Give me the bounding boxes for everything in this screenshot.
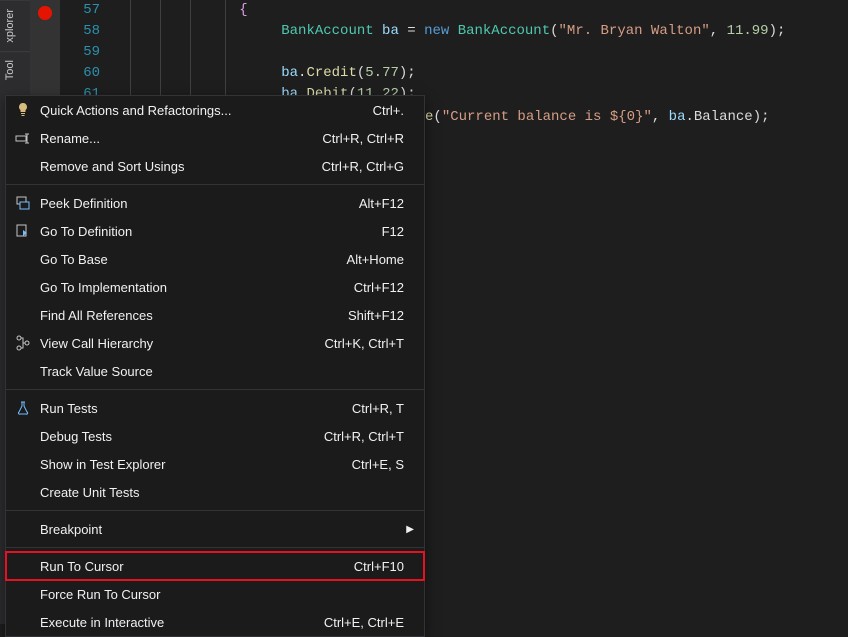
- menu-view-call-hierarchy[interactable]: View Call Hierarchy Ctrl+K, Ctrl+T: [6, 329, 424, 357]
- menu-separator: [6, 389, 424, 390]
- menu-label: Run To Cursor: [40, 559, 354, 574]
- lightbulb-icon: [10, 100, 36, 120]
- code-line[interactable]: ba.Credit(5.77);: [130, 63, 785, 84]
- code-line[interactable]: {: [130, 0, 785, 21]
- menu-goto-definition[interactable]: Go To Definition F12: [6, 217, 424, 245]
- menu-label: Find All References: [40, 308, 348, 323]
- menu-label: Go To Implementation: [40, 280, 354, 295]
- hierarchy-icon: [10, 333, 36, 353]
- rename-icon: [10, 128, 36, 148]
- menu-shortcut: Ctrl+.: [373, 103, 416, 118]
- menu-shortcut: Shift+F12: [348, 308, 416, 323]
- menu-label: View Call Hierarchy: [40, 336, 325, 351]
- line-number-gutter: 57 58 59 60 61: [60, 0, 110, 100]
- menu-label: Force Run To Cursor: [40, 587, 404, 602]
- peek-icon: [10, 193, 36, 213]
- line-number: 59: [60, 42, 100, 63]
- menu-shortcut: Ctrl+F12: [354, 280, 416, 295]
- menu-shortcut: Ctrl+E, Ctrl+E: [324, 615, 416, 630]
- menu-separator: [6, 184, 424, 185]
- menu-label: Go To Base: [40, 252, 347, 267]
- menu-shortcut: Alt+Home: [347, 252, 416, 267]
- menu-run-to-cursor[interactable]: Run To Cursor Ctrl+F10: [6, 552, 424, 580]
- menu-label: Track Value Source: [40, 364, 404, 379]
- menu-separator: [6, 510, 424, 511]
- menu-label: Show in Test Explorer: [40, 457, 352, 472]
- menu-shortcut: Alt+F12: [359, 196, 416, 211]
- menu-shortcut: Ctrl+F10: [354, 559, 416, 574]
- menu-label: Peek Definition: [40, 196, 359, 211]
- menu-label: Go To Definition: [40, 224, 382, 239]
- menu-goto-base[interactable]: Go To Base Alt+Home: [6, 245, 424, 273]
- code-line[interactable]: BankAccount ba = new BankAccount("Mr. Br…: [130, 21, 785, 42]
- menu-goto-implementation[interactable]: Go To Implementation Ctrl+F12: [6, 273, 424, 301]
- menu-rename[interactable]: Rename... Ctrl+R, Ctrl+R: [6, 124, 424, 152]
- menu-label: Execute in Interactive: [40, 615, 324, 630]
- menu-create-unit-tests[interactable]: Create Unit Tests: [6, 478, 424, 506]
- menu-run-tests[interactable]: Run Tests Ctrl+R, T: [6, 394, 424, 422]
- menu-label: Remove and Sort Usings: [40, 159, 322, 174]
- context-menu: Quick Actions and Refactorings... Ctrl+.…: [5, 95, 425, 637]
- menu-track-value-source[interactable]: Track Value Source: [6, 357, 424, 385]
- line-number: 57: [60, 0, 100, 21]
- menu-remove-sort-usings[interactable]: Remove and Sort Usings Ctrl+R, Ctrl+G: [6, 152, 424, 180]
- menu-shortcut: Ctrl+K, Ctrl+T: [325, 336, 416, 351]
- submenu-arrow-icon: ▶: [406, 524, 414, 535]
- menu-separator: [6, 547, 424, 548]
- menu-label: Rename...: [40, 131, 322, 146]
- menu-find-all-references[interactable]: Find All References Shift+F12: [6, 301, 424, 329]
- menu-quick-actions[interactable]: Quick Actions and Refactorings... Ctrl+.: [6, 96, 424, 124]
- menu-breakpoint[interactable]: Breakpoint ▶: [6, 515, 424, 543]
- menu-force-run-to-cursor[interactable]: Force Run To Cursor: [6, 580, 424, 608]
- line-number: 58: [60, 21, 100, 42]
- menu-shortcut: Ctrl+E, S: [352, 457, 416, 472]
- menu-shortcut: F12: [382, 224, 416, 239]
- side-tab-toolbox[interactable]: Tool: [0, 51, 30, 88]
- menu-label: Debug Tests: [40, 429, 324, 444]
- menu-shortcut: Ctrl+R, Ctrl+R: [322, 131, 416, 146]
- menu-shortcut: Ctrl+R, T: [352, 401, 416, 416]
- menu-label: Quick Actions and Refactorings...: [40, 103, 373, 118]
- breakpoint-gutter[interactable]: [30, 0, 60, 100]
- code-editor[interactable]: { BankAccount ba = new BankAccount("Mr. …: [130, 0, 785, 105]
- flask-icon: [10, 398, 36, 418]
- menu-shortcut: Ctrl+R, Ctrl+T: [324, 429, 416, 444]
- code-line-trailing[interactable]: e("Current balance is ${0}", ba.Balance)…: [425, 109, 770, 125]
- menu-debug-tests[interactable]: Debug Tests Ctrl+R, Ctrl+T: [6, 422, 424, 450]
- code-line[interactable]: [130, 42, 785, 63]
- side-tab-explorer[interactable]: xplorer: [0, 0, 30, 51]
- goto-icon: [10, 221, 36, 241]
- menu-peek-definition[interactable]: Peek Definition Alt+F12: [6, 189, 424, 217]
- menu-execute-interactive[interactable]: Execute in Interactive Ctrl+E, Ctrl+E: [6, 608, 424, 636]
- menu-show-test-explorer[interactable]: Show in Test Explorer Ctrl+E, S: [6, 450, 424, 478]
- menu-label: Run Tests: [40, 401, 352, 416]
- menu-shortcut: Ctrl+R, Ctrl+G: [322, 159, 416, 174]
- menu-label: Create Unit Tests: [40, 485, 404, 500]
- breakpoint-icon[interactable]: [38, 6, 52, 20]
- line-number: 60: [60, 63, 100, 84]
- menu-label: Breakpoint: [40, 522, 416, 537]
